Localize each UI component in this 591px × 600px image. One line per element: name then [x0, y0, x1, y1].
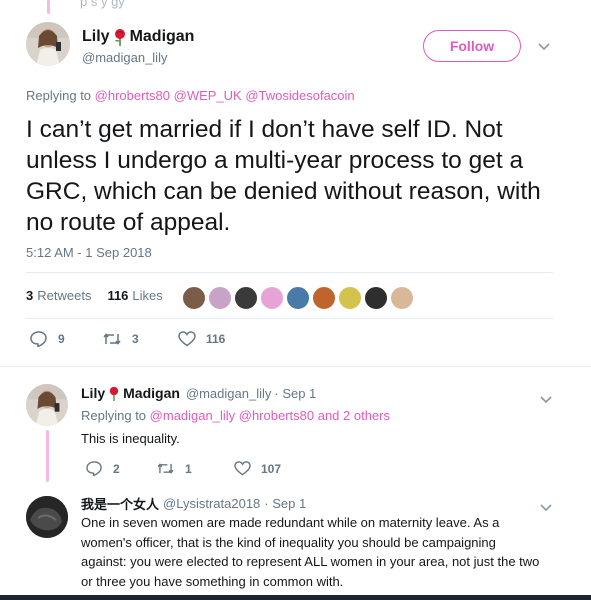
author-name[interactable]: 我是一个女人 — [81, 494, 159, 513]
author-name[interactable]: Lily — [81, 385, 105, 401]
liker-avatar[interactable] — [208, 286, 232, 310]
tweet-text: I can’t get married if I don’t have self… — [26, 116, 541, 236]
reply-count: 2 — [113, 461, 120, 476]
tweet-timestamp[interactable]: 5:12 AM - 1 Sep 2018 — [26, 245, 152, 260]
follow-button[interactable]: Follow — [423, 30, 521, 62]
author-name-second[interactable]: Madigan — [123, 385, 180, 401]
reply-text-line: women's officer, that is the kind of ine… — [81, 534, 496, 550]
chevron-down-icon[interactable] — [540, 391, 552, 407]
liker-avatars — [182, 286, 422, 310]
replying-to-handles[interactable]: @hroberts80 @WEP_UK @Twosidesofacoin — [95, 88, 355, 103]
reply-date[interactable]: · Sep 1 — [264, 496, 306, 511]
retweet-button[interactable]: 1 — [156, 461, 234, 476]
liker-avatar[interactable] — [234, 286, 258, 310]
bottom-border — [0, 595, 591, 600]
reply-count: 9 — [58, 332, 65, 346]
reply-actions: 2 1 107 — [86, 461, 306, 476]
thread-line-top — [47, 0, 50, 14]
reply-button[interactable]: 9 — [30, 331, 102, 347]
retweet-icon — [157, 463, 174, 474]
liker-avatar[interactable] — [260, 286, 284, 310]
reply-text-line: One in seven women are made redundant wh… — [81, 515, 500, 530]
avatar[interactable] — [26, 496, 68, 538]
liker-avatar[interactable] — [338, 286, 362, 310]
retweet-icon — [103, 333, 121, 345]
author-name-second[interactable]: Madigan — [130, 28, 195, 46]
avatar-image — [26, 384, 68, 426]
avatar[interactable] — [26, 384, 68, 426]
rose-icon — [113, 28, 127, 46]
like-count: 107 — [261, 461, 282, 476]
divider — [0, 366, 591, 367]
replying-to-others[interactable]: and 2 others — [318, 408, 390, 423]
liker-avatar[interactable] — [286, 286, 310, 310]
author-handle[interactable]: @madigan_lily — [186, 386, 271, 401]
replying-to-handles[interactable]: @madigan_lily @hroberts80 — [150, 408, 314, 423]
liker-avatar[interactable] — [390, 286, 414, 310]
replying-to-prefix: Replying to — [26, 88, 92, 103]
heart-icon — [234, 461, 251, 476]
replying-to-line: Replying to @madigan_lily @hroberts80 an… — [81, 408, 390, 423]
retweet-count[interactable]: 3 — [26, 288, 33, 303]
reply-header: 我是一个女人 @Lysistrata2018 · Sep 1 — [81, 494, 306, 513]
reply-date[interactable]: · Sep 1 — [274, 386, 316, 401]
reply-header: Lily Madigan @madigan_lily · Sep 1 — [81, 385, 316, 401]
thread-line — [46, 430, 49, 482]
tweet-actions: 9 3 116 — [30, 331, 250, 347]
like-count-action: 116 — [206, 332, 226, 346]
avatar-image — [26, 496, 68, 538]
heart-icon — [178, 331, 196, 347]
rose-icon — [108, 386, 120, 401]
author-line: Lily Madigan — [82, 28, 194, 46]
retweet-count: 1 — [185, 461, 192, 476]
reply-text: One in seven women are made redundant wh… — [81, 513, 586, 591]
like-label[interactable]: Likes — [132, 288, 162, 303]
reply-text-line: against: you were elected to represent A… — [81, 554, 540, 569]
tweet-stats: 3 Retweets 116 Likes — [26, 288, 163, 303]
reply-text: This is inequality. — [81, 431, 180, 446]
replying-to-line: Replying to @hroberts80 @WEP_UK @Twoside… — [26, 88, 355, 103]
reply-icon — [30, 331, 47, 347]
replying-to-prefix: Replying to — [81, 408, 147, 423]
divider — [26, 272, 553, 273]
retweet-count: 3 — [132, 332, 139, 346]
chevron-down-icon[interactable] — [538, 38, 550, 54]
author-handle[interactable]: @madigan_lily — [82, 50, 167, 65]
reply-icon — [86, 461, 102, 476]
liker-avatar[interactable] — [312, 286, 336, 310]
liker-avatar[interactable] — [182, 286, 206, 310]
like-button[interactable]: 107 — [234, 461, 306, 476]
liker-avatar[interactable] — [364, 286, 388, 310]
author-name[interactable]: Lily — [82, 28, 110, 46]
like-button[interactable]: 116 — [178, 331, 250, 347]
like-count[interactable]: 116 — [107, 288, 128, 303]
avatar[interactable] — [26, 22, 70, 66]
reply-text-line: or three you have something in common wi… — [81, 573, 344, 589]
author-handle[interactable]: @Lysistrata2018 — [163, 496, 260, 511]
retweet-button[interactable]: 3 — [102, 331, 178, 347]
avatar-image — [26, 22, 70, 66]
divider — [26, 318, 553, 319]
partial-tweet-text: p s y gy — [80, 0, 125, 9]
reply-button[interactable]: 2 — [86, 461, 156, 476]
retweet-label[interactable]: Retweets — [37, 288, 91, 303]
